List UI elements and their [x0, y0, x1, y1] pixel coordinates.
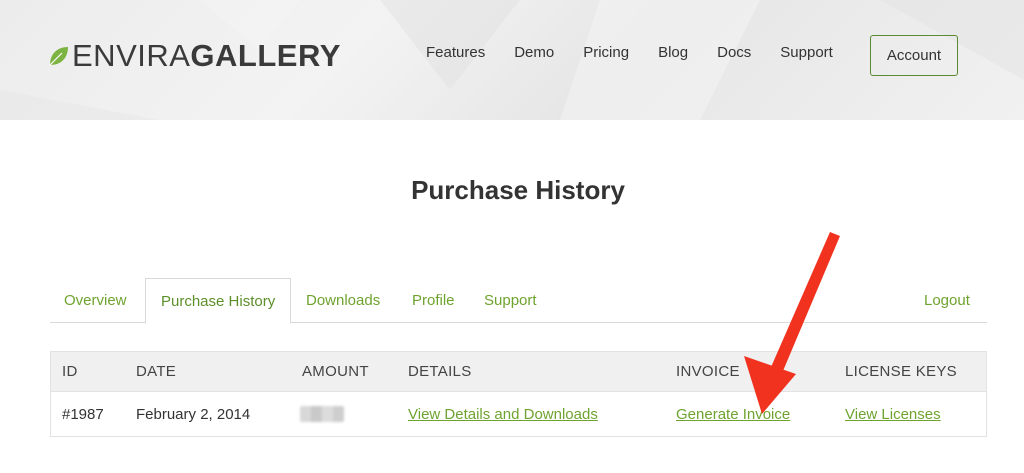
row-date: February 2, 2014 [136, 405, 251, 423]
account-tabs: Overview Purchase History Downloads Prof… [50, 278, 987, 324]
tab-profile[interactable]: Profile [412, 278, 455, 323]
account-button[interactable]: Account [870, 35, 958, 76]
logo-text-light: ENVIRA [72, 38, 191, 73]
logo-text-bold: GALLERY [190, 38, 341, 73]
nav-pricing[interactable]: Pricing [583, 44, 629, 61]
col-details: DETAILS [408, 363, 472, 380]
nav-blog[interactable]: Blog [658, 44, 688, 61]
nav-support[interactable]: Support [780, 44, 833, 61]
nav-docs[interactable]: Docs [717, 44, 751, 61]
view-details-link[interactable]: View Details and Downloads [408, 406, 598, 423]
table-header: ID DATE AMOUNT DETAILS INVOICE LICENSE K… [51, 352, 986, 392]
tab-overview[interactable]: Overview [64, 278, 127, 323]
main-nav: Features Demo Pricing Blog Docs Support [426, 44, 862, 61]
row-details-cell: View Details and Downloads [408, 392, 598, 436]
page-title: Purchase History [411, 175, 625, 205]
nav-features[interactable]: Features [426, 44, 485, 61]
tab-downloads[interactable]: Downloads [306, 278, 380, 323]
site-header: ENVIRA GALLERY Features Demo Pricing Blo… [0, 0, 1024, 120]
col-amount: AMOUNT [302, 363, 369, 380]
col-id: ID [62, 363, 78, 380]
tab-support[interactable]: Support [484, 278, 537, 323]
col-license-keys: LICENSE KEYS [845, 363, 957, 380]
leaf-icon [49, 47, 68, 66]
row-amount-redacted [300, 392, 344, 436]
col-invoice: INVOICE [676, 363, 740, 380]
row-license-cell: View Licenses [845, 392, 941, 436]
table-row: #1987 February 2, 2014 View Details and … [51, 392, 986, 436]
purchase-table: ID DATE AMOUNT DETAILS INVOICE LICENSE K… [50, 351, 987, 437]
site-logo[interactable]: ENVIRA GALLERY [48, 38, 341, 74]
col-date: DATE [136, 363, 177, 380]
view-licenses-link[interactable]: View Licenses [845, 406, 941, 423]
row-id: #1987 [62, 405, 104, 423]
row-invoice-cell: Generate Invoice [676, 392, 790, 436]
nav-demo[interactable]: Demo [514, 44, 554, 61]
tab-logout[interactable]: Logout [924, 278, 970, 323]
generate-invoice-link[interactable]: Generate Invoice [676, 406, 790, 423]
tab-purchase-history[interactable]: Purchase History [145, 278, 292, 324]
redacted-amount [300, 406, 344, 422]
